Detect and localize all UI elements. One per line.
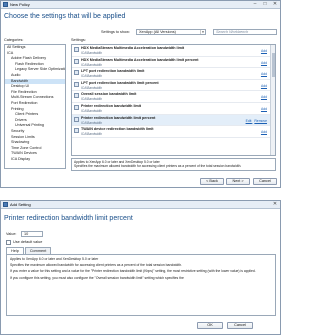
setting-description: Applies to XenApp 6.0 or later and XenDe… xyxy=(71,158,276,171)
setting-row[interactable]: LPT port redirection bandwidth limit ICA… xyxy=(72,68,275,80)
add-link[interactable]: Add xyxy=(261,72,267,76)
help-paragraph: Applies to XenApp 6.0 or later and XenDe… xyxy=(10,257,99,261)
tab-comment[interactable]: Comment xyxy=(24,247,52,254)
chevron-down-icon: ▼ xyxy=(200,30,205,34)
ok-button[interactable]: OK xyxy=(197,322,223,329)
setting-icon xyxy=(74,128,79,134)
title-bar: Add Setting ✕ xyxy=(1,201,280,209)
description-line: Specifies the maximum allowed bandwidth … xyxy=(74,164,242,168)
categories-label: Categories: xyxy=(4,38,24,42)
help-tabs: Help Comment xyxy=(6,247,52,254)
add-link[interactable]: Add xyxy=(261,95,267,99)
setting-icon xyxy=(74,93,79,99)
setting-icon xyxy=(74,58,79,64)
setting-row[interactable]: Overall session bandwidth limit ICA\Band… xyxy=(72,91,275,103)
next-button[interactable]: Next > xyxy=(226,178,250,185)
dialog-header: Printer redirection bandwidth limit perc… xyxy=(4,215,133,222)
dialog-body: Printer redirection bandwidth limit perc… xyxy=(1,209,280,334)
remove-link[interactable]: Remove xyxy=(254,119,267,123)
setting-icon xyxy=(74,47,79,52)
use-default-label: Use default value xyxy=(13,240,43,244)
help-paragraph: If you enter a value for this setting an… xyxy=(10,269,256,274)
setting-row[interactable]: HDX MediaStream Multimedia Acceleration … xyxy=(72,57,275,69)
setting-scope: ICA\Bandwidth xyxy=(81,97,103,102)
tab-help[interactable]: Help xyxy=(6,247,24,254)
setting-row[interactable]: HDX MediaStream Multimedia Acceleration … xyxy=(72,45,275,57)
add-setting-dialog: Add Setting ✕ Printer redirection bandwi… xyxy=(0,200,281,335)
dialog-title: Add Setting xyxy=(10,202,31,207)
close-icon[interactable]: ✕ xyxy=(270,1,280,8)
maximize-icon[interactable]: □ xyxy=(260,1,270,8)
settings-scrollbar[interactable] xyxy=(270,45,275,155)
setting-icon xyxy=(74,104,79,110)
add-link[interactable]: Add xyxy=(261,49,267,53)
add-link[interactable]: Add xyxy=(261,130,267,134)
back-button[interactable]: < Back xyxy=(200,178,224,185)
setting-scope: ICA\Bandwidth xyxy=(81,74,103,79)
setting-scope: ICA\Bandwidth xyxy=(81,62,103,67)
settings-to-show-select[interactable]: XenApp (All Versions) ▼ xyxy=(136,29,206,35)
cancel-button[interactable]: Cancel xyxy=(253,178,277,185)
title-bar: New Policy – □ ✕ xyxy=(1,1,280,9)
setting-row[interactable]: LPT port redirection bandwidth limit per… xyxy=(72,80,275,92)
setting-scope: ICA\Bandwidth xyxy=(81,108,103,113)
settings-list: HDX MediaStream Multimedia Acceleration … xyxy=(71,44,276,156)
help-text-box: Applies to XenApp 6.0 or later and XenDe… xyxy=(6,254,276,316)
help-paragraph: Specifies the maximum allowed bandwidth … xyxy=(10,263,183,268)
value-label: Value: xyxy=(6,232,17,236)
tree-item[interactable]: ICA Display xyxy=(5,157,65,163)
minimize-icon[interactable]: – xyxy=(250,1,260,8)
setting-scope: ICA\Bandwidth xyxy=(81,85,103,90)
cancel-button[interactable]: Cancel xyxy=(227,322,253,329)
policy-icon xyxy=(3,2,8,7)
add-link[interactable]: Add xyxy=(261,61,267,65)
setting-icon xyxy=(74,116,79,122)
setting-scope: ICA\Bandwidth xyxy=(81,132,103,137)
setting-icon xyxy=(74,70,79,76)
search-input[interactable]: Search Workbench xyxy=(213,29,277,35)
help-paragraph: If you configure this setting, you must … xyxy=(10,275,184,280)
setting-row[interactable]: Printer redirection bandwidth limit ICA\… xyxy=(72,103,275,115)
add-link[interactable]: Add xyxy=(261,84,267,88)
setting-row[interactable]: TWAIN device redirection bandwidth limit… xyxy=(72,126,275,138)
use-default-checkbox[interactable] xyxy=(6,240,11,245)
settings-label: Settings: xyxy=(71,38,86,42)
new-policy-window: New Policy – □ ✕ Choose the settings tha… xyxy=(0,0,281,188)
categories-tree: All Settings ICA Adobe Flash Delivery Fl… xyxy=(4,44,66,169)
page-header: Choose the settings that will be applied xyxy=(4,13,126,20)
window-title: New Policy xyxy=(10,2,30,7)
setting-icon xyxy=(74,81,79,87)
setting-row-selected[interactable]: Printer redirection bandwidth limit perc… xyxy=(72,114,275,127)
value-input[interactable]: 10 xyxy=(21,231,43,237)
edit-link[interactable]: Edit xyxy=(246,119,252,123)
add-link[interactable]: Add xyxy=(261,107,267,111)
close-icon[interactable]: ✕ xyxy=(270,201,280,208)
settings-to-show-label: Settings to show: xyxy=(101,30,130,34)
setting-scope: ICA\Bandwidth xyxy=(81,51,103,55)
scroll-thumb[interactable] xyxy=(272,53,275,77)
setting-dialog-icon xyxy=(3,202,8,207)
